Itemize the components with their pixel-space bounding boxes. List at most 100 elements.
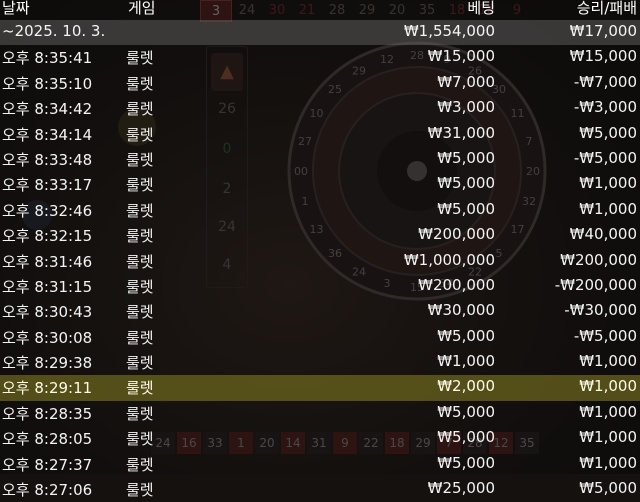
row-bet: ₩2,000 <box>437 377 495 396</box>
column-bet[interactable]: 베팅 <box>467 0 495 18</box>
row-result: -₩30,000 <box>564 301 637 320</box>
row-time: 오후 8:33:17 <box>2 176 93 195</box>
history-row[interactable]: 오후 8:33:17 룰렛 ₩5,000 ₩1,000 <box>0 172 640 197</box>
row-result: ₩1,000 <box>579 428 637 447</box>
row-game: 룰렛 <box>126 303 154 322</box>
row-bet: ₩200,000 <box>418 225 495 244</box>
row-game: 룰렛 <box>126 125 154 144</box>
history-row[interactable]: 오후 8:32:15 룰렛 ₩200,000 ₩40,000 <box>0 223 640 248</box>
row-game: 룰렛 <box>126 277 154 296</box>
row-game: 룰렛 <box>126 354 154 373</box>
row-result: ₩200,000 <box>560 250 637 269</box>
row-bet: ₩5,000 <box>437 174 495 193</box>
row-time: 오후 8:29:38 <box>2 354 93 373</box>
row-time: 오후 8:34:14 <box>2 125 93 144</box>
row-time: 오후 8:31:46 <box>2 252 93 271</box>
row-time: 오후 8:28:35 <box>2 404 93 423</box>
history-row[interactable]: 오후 8:33:48 룰렛 ₩5,000 -₩5,000 <box>0 147 640 172</box>
row-result: -₩200,000 <box>554 275 637 294</box>
row-result: ₩1,000 <box>579 199 637 218</box>
row-result: ₩1,000 <box>579 174 637 193</box>
row-result: ₩1,000 <box>579 453 637 472</box>
row-result: -₩5,000 <box>573 326 637 345</box>
row-bet: ₩200,000 <box>418 275 495 294</box>
row-time: 오후 8:35:10 <box>2 74 93 93</box>
row-bet: ₩15,000 <box>427 47 495 66</box>
history-row[interactable]: 오후 8:29:11 룰렛 ₩2,000 ₩1,000 <box>0 375 640 401</box>
row-game: 룰렛 <box>126 481 154 500</box>
history-row[interactable]: 오후 8:31:46 룰렛 ₩1,000,000 ₩200,000 <box>0 249 640 274</box>
history-row[interactable]: 오후 8:29:38 룰렛 ₩1,000 ₩1,000 <box>0 350 640 375</box>
history-header: 날짜 게임 베팅 승리/패배 <box>0 0 640 20</box>
history-row[interactable]: 오후 8:27:06 룰렛 ₩25,000 ₩5,000 <box>0 477 640 502</box>
row-game: 룰렛 <box>126 100 154 119</box>
row-game: 룰렛 <box>126 379 154 398</box>
row-result: ₩5,000 <box>579 123 637 142</box>
row-bet: ₩5,000 <box>437 148 495 167</box>
row-bet: ₩5,000 <box>437 326 495 345</box>
column-date[interactable]: 날짜 <box>2 0 30 18</box>
summary-row[interactable]: ~2025. 10. 3. ₩1,554,000 ₩17,000 <box>0 20 640 46</box>
row-bet: ₩3,000 <box>437 98 495 117</box>
history-row[interactable]: 오후 8:30:08 룰렛 ₩5,000 -₩5,000 <box>0 325 640 350</box>
row-bet: ₩31,000 <box>427 123 495 142</box>
row-game: 룰렛 <box>126 430 154 449</box>
row-bet: ₩1,000 <box>437 352 495 371</box>
row-bet: ₩5,000 <box>437 199 495 218</box>
row-time: 오후 8:30:08 <box>2 328 93 347</box>
row-time: 오후 8:27:37 <box>2 455 93 474</box>
summary-result: ₩17,000 <box>569 22 637 40</box>
row-bet: ₩1,000,000 <box>403 250 495 269</box>
row-game: 룰렛 <box>126 49 154 68</box>
row-game: 룰렛 <box>126 176 154 195</box>
row-game: 룰렛 <box>126 227 154 246</box>
column-result[interactable]: 승리/패배 <box>577 0 637 18</box>
row-result: -₩5,000 <box>573 148 637 167</box>
history-row[interactable]: 오후 8:32:46 룰렛 ₩5,000 ₩1,000 <box>0 198 640 223</box>
row-result: ₩1,000 <box>579 377 637 396</box>
row-bet: ₩30,000 <box>427 301 495 320</box>
history-row[interactable]: 오후 8:35:10 룰렛 ₩7,000 -₩7,000 <box>0 71 640 96</box>
row-result: ₩5,000 <box>579 479 637 498</box>
row-result: ₩1,000 <box>579 352 637 371</box>
history-row[interactable]: 오후 8:34:42 룰렛 ₩3,000 -₩3,000 <box>0 96 640 121</box>
history-row[interactable]: 오후 8:28:05 룰렛 ₩5,000 ₩1,000 <box>0 426 640 451</box>
row-time: 오후 8:27:06 <box>2 481 93 500</box>
column-game[interactable]: 게임 <box>128 0 156 18</box>
summary-date: ~2025. 10. 3. <box>2 22 106 40</box>
row-result: -₩3,000 <box>573 98 637 117</box>
row-game: 룰렛 <box>126 328 154 347</box>
row-result: ₩15,000 <box>569 47 637 66</box>
row-time: 오후 8:32:15 <box>2 227 93 246</box>
summary-bet: ₩1,554,000 <box>403 22 495 40</box>
history-row[interactable]: 오후 8:28:35 룰렛 ₩5,000 ₩1,000 <box>0 401 640 426</box>
row-game: 룰렛 <box>126 455 154 474</box>
history-list: ~2025. 10. 3. ₩1,554,000 ₩17,000 오후 8:35… <box>0 20 640 502</box>
row-time: 오후 8:29:11 <box>2 379 93 398</box>
row-game: 룰렛 <box>126 74 154 93</box>
history-row[interactable]: 오후 8:31:15 룰렛 ₩200,000 -₩200,000 <box>0 274 640 299</box>
history-row[interactable]: 오후 8:30:43 룰렛 ₩30,000 -₩30,000 <box>0 299 640 324</box>
bet-history-panel: 날짜 게임 베팅 승리/패배 ~2025. 10. 3. ₩1,554,000 … <box>0 0 640 499</box>
row-time: 오후 8:33:48 <box>2 150 93 169</box>
row-result: -₩7,000 <box>573 72 637 91</box>
history-row[interactable]: 오후 8:27:37 룰렛 ₩5,000 ₩1,000 <box>0 452 640 477</box>
row-time: 오후 8:34:42 <box>2 100 93 119</box>
history-row[interactable]: 오후 8:34:14 룰렛 ₩31,000 ₩5,000 <box>0 122 640 147</box>
row-bet: ₩7,000 <box>437 72 495 91</box>
row-time: 오후 8:32:46 <box>2 201 93 220</box>
row-bet: ₩5,000 <box>437 402 495 421</box>
row-time: 오후 8:28:05 <box>2 430 93 449</box>
row-result: ₩1,000 <box>579 402 637 421</box>
row-time: 오후 8:35:41 <box>2 49 93 68</box>
row-bet: ₩5,000 <box>437 428 495 447</box>
row-game: 룰렛 <box>126 201 154 220</box>
row-bet: ₩25,000 <box>427 479 495 498</box>
row-game: 룰렛 <box>126 150 154 169</box>
history-row[interactable]: 오후 8:35:41 룰렛 ₩15,000 ₩15,000 <box>0 45 640 70</box>
row-time: 오후 8:30:43 <box>2 303 93 322</box>
row-time: 오후 8:31:15 <box>2 277 93 296</box>
row-bet: ₩5,000 <box>437 453 495 472</box>
row-game: 룰렛 <box>126 252 154 271</box>
row-game: 룰렛 <box>126 404 154 423</box>
